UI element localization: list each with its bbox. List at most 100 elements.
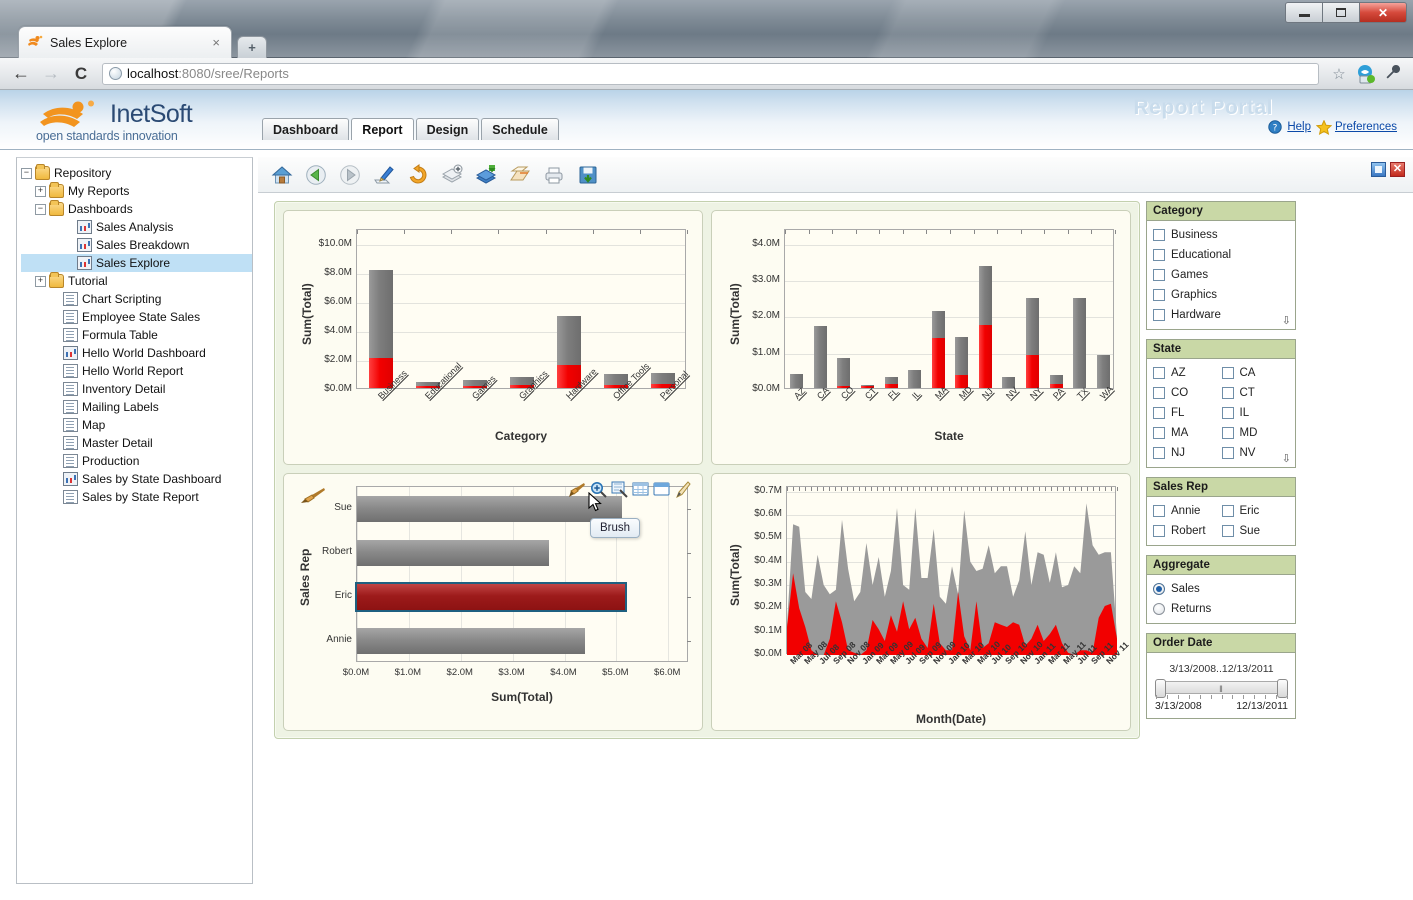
scroll-down-icon[interactable]: ⇩ — [1282, 314, 1291, 327]
tab-schedule[interactable]: Schedule — [481, 118, 559, 140]
radio-icon[interactable] — [1153, 603, 1165, 615]
checkbox-option-nj[interactable]: NJ — [1153, 443, 1222, 463]
checkbox-option-ct[interactable]: CT — [1222, 383, 1291, 403]
extension-icon[interactable] — [1355, 64, 1377, 84]
bookmark-add-icon[interactable] — [472, 161, 499, 188]
reload-button[interactable]: C — [68, 64, 94, 84]
window-close-button[interactable]: ✕ — [1359, 2, 1407, 23]
checkbox-option-eric[interactable]: Eric — [1222, 501, 1291, 521]
state-chart[interactable]: $4.0M$3.0M$2.0M$1.0M$0.0MAZCACOCTFLILMAM… — [711, 210, 1131, 465]
checkbox-icon[interactable] — [1153, 229, 1165, 241]
checkbox-icon[interactable] — [1153, 505, 1165, 517]
sidebar-item-master-detail[interactable]: Master Detail — [21, 434, 252, 452]
sidebar-item-mailing-labels[interactable]: Mailing Labels — [21, 398, 252, 416]
chart-tool-inspect-icon[interactable] — [611, 481, 627, 497]
checkbox-icon[interactable] — [1153, 447, 1165, 459]
category-chart[interactable]: $10.0M$8.0M$6.0M$4.0M$2.0M$0.0MBusinessE… — [283, 210, 703, 465]
browser-tab[interactable]: Sales Explore × — [18, 26, 232, 58]
checkbox-icon[interactable] — [1153, 249, 1165, 261]
help-link[interactable]: Help — [1287, 121, 1311, 133]
sidebar-item-tutorial[interactable]: +Tutorial — [21, 272, 252, 290]
sidebar-item-hello-world-report[interactable]: Hello World Report — [21, 362, 252, 380]
checkbox-icon[interactable] — [1153, 367, 1165, 379]
checkbox-option-annie[interactable]: Annie — [1153, 501, 1222, 521]
checkbox-option-business[interactable]: Business — [1153, 225, 1290, 245]
tab-design[interactable]: Design — [416, 118, 480, 140]
save-icon[interactable] — [574, 161, 601, 188]
checkbox-option-ca[interactable]: CA — [1222, 363, 1291, 383]
panel-restore-button[interactable] — [1371, 162, 1386, 177]
sidebar-item-sales-breakdown[interactable]: Sales Breakdown — [21, 236, 252, 254]
checkbox-option-educational[interactable]: Educational — [1153, 245, 1290, 265]
tab-close-icon[interactable]: × — [209, 35, 223, 50]
checkbox-icon[interactable] — [1153, 427, 1165, 439]
checkbox-option-il[interactable]: IL — [1222, 403, 1291, 423]
collapse-icon[interactable]: − — [35, 204, 46, 215]
inetsoft-logo[interactable]: InetSoft open standards innovation — [28, 96, 248, 144]
radio-icon[interactable] — [1153, 583, 1165, 595]
sidebar-item-my-reports[interactable]: +My Reports — [21, 182, 252, 200]
checkbox-option-robert[interactable]: Robert — [1153, 521, 1222, 541]
sidebar-item-map[interactable]: Map — [21, 416, 252, 434]
checkbox-option-nv[interactable]: NV — [1222, 443, 1291, 463]
checkbox-icon[interactable] — [1222, 525, 1234, 537]
scroll-down-icon[interactable]: ⇩ — [1282, 452, 1291, 465]
chart-tool-table-icon[interactable] — [632, 481, 648, 497]
back-icon[interactable] — [302, 161, 329, 188]
checkbox-icon[interactable] — [1222, 367, 1234, 379]
sidebar-item-chart-scripting[interactable]: Chart Scripting — [21, 290, 252, 308]
tab-report[interactable]: Report — [351, 118, 413, 140]
sidebar-item-production[interactable]: Production — [21, 452, 252, 470]
chart-tool-window-icon[interactable] — [653, 481, 669, 497]
new-tab-button[interactable]: + — [237, 36, 267, 58]
panel-close-button[interactable]: ✕ — [1390, 162, 1405, 177]
preferences-link[interactable]: Preferences — [1335, 121, 1397, 133]
checkbox-icon[interactable] — [1153, 525, 1165, 537]
print-icon[interactable] — [540, 161, 567, 188]
chart-tool-edit-icon[interactable] — [674, 481, 690, 497]
tab-dashboard[interactable]: Dashboard — [262, 118, 349, 140]
window-minimize-button[interactable] — [1285, 2, 1322, 23]
window-maximize-button[interactable] — [1322, 2, 1359, 23]
checkbox-icon[interactable] — [1222, 407, 1234, 419]
checkbox-option-md[interactable]: MD — [1222, 423, 1291, 443]
export-icon[interactable] — [506, 161, 533, 188]
forward-button[interactable]: → — [38, 62, 64, 86]
checkbox-option-co[interactable]: CO — [1153, 383, 1222, 403]
browser-menu-wrench-icon[interactable] — [1381, 64, 1405, 84]
sidebar-item-sales-by-state-report[interactable]: Sales by State Report — [21, 488, 252, 506]
back-button[interactable]: ← — [8, 62, 34, 86]
checkbox-option-hardware[interactable]: Hardware — [1153, 305, 1290, 325]
chart-tool-brush-icon[interactable] — [569, 481, 585, 497]
checkbox-icon[interactable] — [1222, 427, 1234, 439]
sidebar-item-employee-state-sales[interactable]: Employee State Sales — [21, 308, 252, 326]
checkbox-icon[interactable] — [1153, 407, 1165, 419]
repository-sidebar[interactable]: −Repository+My Reports−DashboardsSales A… — [16, 157, 253, 884]
month-date-chart[interactable]: $0.7M$0.6M$0.5M$0.4M$0.3M$0.2M$0.1M$0.0M… — [711, 473, 1131, 731]
home-icon[interactable] — [268, 161, 295, 188]
sales-rep-chart[interactable]: $0.0M$1.0M$2.0M$3.0M$4.0M$5.0M$6.0MSueRo… — [283, 473, 703, 731]
checkbox-icon[interactable] — [1222, 387, 1234, 399]
sidebar-item-repository[interactable]: −Repository — [21, 164, 252, 182]
checkbox-icon[interactable] — [1222, 505, 1234, 517]
date-range-slider[interactable]: ‖ — [1155, 681, 1288, 694]
forward-icon[interactable] — [336, 161, 363, 188]
sidebar-item-sales-by-state-dashboard[interactable]: Sales by State Dashboard — [21, 470, 252, 488]
checkbox-option-sue[interactable]: Sue — [1222, 521, 1291, 541]
checkbox-icon[interactable] — [1222, 447, 1234, 459]
checkbox-option-games[interactable]: Games — [1153, 265, 1290, 285]
checkbox-option-fl[interactable]: FL — [1153, 403, 1222, 423]
address-input[interactable]: localhost:8080/sree/Reports — [102, 63, 1319, 85]
edit-icon[interactable] — [370, 161, 397, 188]
bookmark-star-icon[interactable]: ☆ — [1327, 65, 1351, 83]
refresh-icon[interactable] — [404, 161, 431, 188]
collapse-icon[interactable]: − — [21, 168, 32, 179]
checkbox-option-graphics[interactable]: Graphics — [1153, 285, 1290, 305]
sidebar-item-formula-table[interactable]: Formula Table — [21, 326, 252, 344]
checkbox-option-ma[interactable]: MA — [1153, 423, 1222, 443]
expand-icon[interactable]: + — [35, 186, 46, 197]
sidebar-item-hello-world-dashboard[interactable]: Hello World Dashboard — [21, 344, 252, 362]
checkbox-icon[interactable] — [1153, 269, 1165, 281]
checkbox-icon[interactable] — [1153, 387, 1165, 399]
checkbox-icon[interactable] — [1153, 309, 1165, 321]
